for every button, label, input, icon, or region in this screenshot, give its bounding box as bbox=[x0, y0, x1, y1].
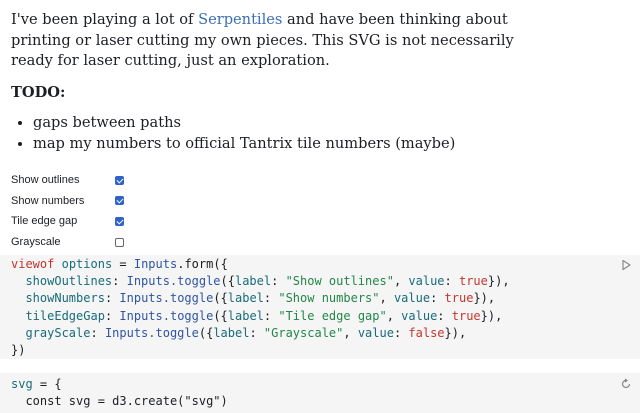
var-svg: svg bbox=[11, 377, 33, 391]
todo-heading: TODO: bbox=[11, 83, 66, 101]
notebook-prose: I've been playing a lot of Serpentiles a… bbox=[11, 10, 551, 154]
code-key: grayScale bbox=[25, 325, 91, 340]
code-eq: = bbox=[112, 257, 134, 271]
tile-edge-gap-label: Tile edge gap bbox=[11, 215, 78, 228]
code-inputs: Inputs bbox=[133, 257, 178, 271]
code-eq: = { bbox=[32, 377, 62, 391]
code-line: showNumbers: Inputs.toggle({label: "Show… bbox=[25, 291, 496, 306]
show-numbers-label: Show numbers bbox=[11, 194, 85, 207]
code-fn: Inputs.toggle bbox=[104, 325, 199, 340]
intro-paragraph: I've been playing a lot of Serpentiles a… bbox=[11, 10, 551, 72]
tile-edge-gap-checkbox[interactable] bbox=[115, 216, 124, 226]
form-row-show-numbers: Show numbers bbox=[11, 191, 124, 212]
serpentiles-link[interactable]: Serpentiles bbox=[198, 11, 282, 28]
code-line: grayScale: Inputs.toggle({label: "Graysc… bbox=[25, 325, 467, 340]
code-fn: Inputs.toggle bbox=[119, 308, 214, 323]
code-line: showOutlines: Inputs.toggle({label: "Sho… bbox=[25, 274, 510, 289]
code-cell-svg[interactable]: svg = { const svg = d3.create("svg") bbox=[0, 373, 640, 413]
form-row-tile-edge-gap: Tile edge gap bbox=[11, 211, 124, 232]
form-row-grayscale: Grayscale bbox=[11, 232, 124, 253]
show-numbers-checkbox[interactable] bbox=[115, 196, 124, 206]
code-string: "Show outlines" bbox=[285, 274, 394, 289]
intro-text: I've been playing a lot of bbox=[11, 11, 199, 28]
code-bool: false bbox=[408, 325, 445, 340]
code-fn: Inputs.toggle bbox=[126, 274, 221, 289]
code-string: "Tile edge gap" bbox=[278, 308, 387, 323]
grayscale-label: Grayscale bbox=[11, 236, 61, 249]
code-bool: true bbox=[444, 291, 474, 306]
code-line: viewof options = Inputs.form({ bbox=[11, 256, 640, 273]
code-form: .form({ bbox=[177, 257, 228, 271]
todo-item: map my numbers to official Tantrix tile … bbox=[33, 134, 551, 155]
code-bool: true bbox=[458, 274, 488, 289]
code-key: showNumbers bbox=[25, 291, 105, 306]
todo-list: gaps between paths map my numbers to off… bbox=[11, 113, 551, 154]
form-row-show-outlines: Show outlines bbox=[11, 170, 124, 191]
options-form: Show outlines Show numbers Tile edge gap… bbox=[11, 170, 124, 252]
show-outlines-checkbox[interactable] bbox=[115, 175, 124, 185]
var-options: options bbox=[61, 257, 113, 271]
code-key: showOutlines bbox=[25, 274, 113, 289]
code-string: "Grayscale" bbox=[263, 325, 344, 340]
code-key: tileEdgeGap bbox=[25, 308, 105, 323]
code-fn: Inputs.toggle bbox=[119, 291, 214, 306]
code-line: tileEdgeGap: Inputs.toggle({label: "Tile… bbox=[25, 308, 503, 323]
code-line: svg = { bbox=[11, 376, 640, 393]
grayscale-checkbox[interactable] bbox=[115, 237, 124, 247]
code-cell-options[interactable]: viewof options = Inputs.form({ showOutli… bbox=[0, 255, 640, 359]
keyword-viewof: viewof bbox=[11, 257, 55, 271]
code-line: const svg = d3.create("svg") bbox=[11, 394, 228, 409]
code-line: }) bbox=[11, 343, 26, 358]
todo-item: gaps between paths bbox=[33, 113, 551, 134]
code-string: "Show numbers" bbox=[278, 291, 380, 306]
show-outlines-label: Show outlines bbox=[11, 174, 80, 187]
code-bool: true bbox=[451, 308, 481, 323]
play-icon[interactable] bbox=[620, 259, 632, 271]
refresh-icon[interactable] bbox=[620, 378, 632, 390]
